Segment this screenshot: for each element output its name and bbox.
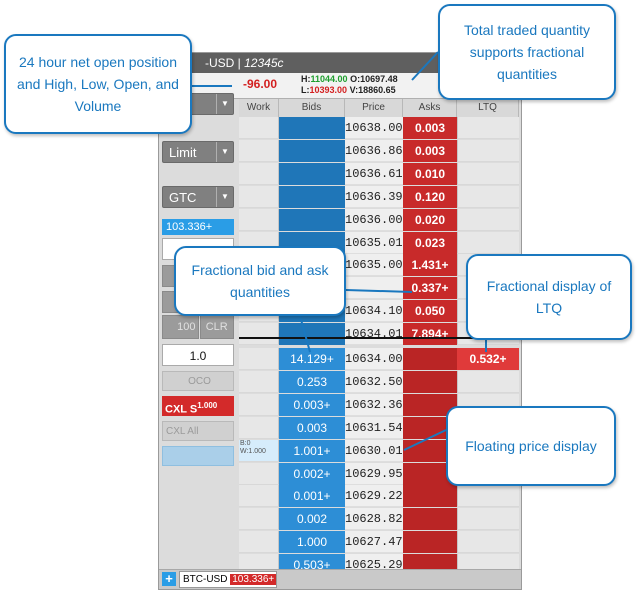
callout-floating-price: Floating price display [446, 406, 616, 486]
arrow-floating-price [403, 429, 447, 451]
callout-net-open: 24 hour net open position and High, Low,… [4, 34, 192, 134]
arrow-traded-qty [411, 51, 439, 81]
arrow-bid-qty [299, 315, 311, 353]
callout-bid-ask: Fractional bid and ask quantities [174, 246, 346, 316]
arrow-ask-qty [345, 289, 413, 293]
callout-traded-qty: Total traded quantity supports fractiona… [438, 4, 616, 100]
callout-ltq: Fractional display of LTQ [466, 254, 632, 340]
